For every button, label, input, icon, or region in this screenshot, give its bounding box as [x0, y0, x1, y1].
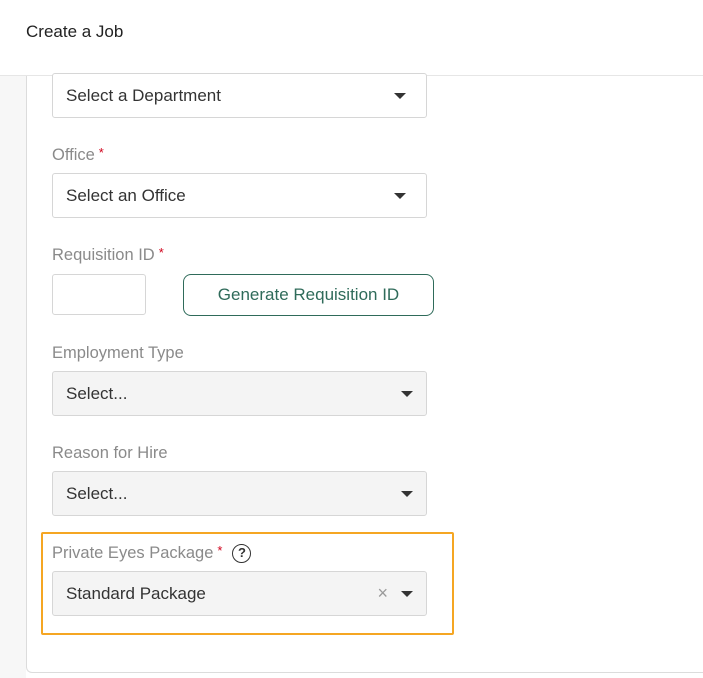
required-marker: *: [217, 543, 223, 558]
close-icon[interactable]: ×: [377, 583, 388, 604]
help-icon[interactable]: ?: [232, 544, 252, 563]
requisition-id-input[interactable]: [52, 274, 146, 315]
department-select[interactable]: Select a Department: [52, 73, 427, 118]
requisition-label: Requisition ID *: [52, 245, 164, 265]
private-eyes-label: Private Eyes Package *?: [52, 543, 252, 564]
reason-for-hire-select[interactable]: Select...: [52, 471, 427, 516]
office-select[interactable]: Select an Office: [52, 173, 427, 218]
reason-for-hire-value: Select...: [66, 484, 128, 503]
private-eyes-select[interactable]: Standard Package ×: [52, 571, 427, 616]
employment-type-label: Employment Type: [52, 344, 184, 362]
department-select-value: Select a Department: [66, 86, 221, 105]
caret-down-icon: [401, 491, 413, 497]
page-title: Create a Job: [26, 22, 124, 41]
top-bar: Create a Job: [0, 0, 703, 76]
side-gutter: [0, 76, 26, 678]
caret-down-icon: [394, 93, 406, 99]
private-eyes-value: Standard Package: [66, 584, 206, 603]
caret-down-icon[interactable]: [401, 591, 413, 597]
requisition-label-text: Requisition ID: [52, 246, 155, 264]
employment-type-value: Select...: [66, 384, 128, 403]
office-select-value: Select an Office: [66, 186, 186, 205]
caret-down-icon: [401, 391, 413, 397]
required-marker: *: [98, 145, 104, 160]
private-eyes-label-text: Private Eyes Package: [52, 544, 214, 562]
required-marker: *: [158, 245, 164, 260]
office-label-text: Office: [52, 146, 95, 164]
caret-down-icon: [394, 193, 406, 199]
office-label: Office *: [52, 145, 104, 165]
reason-for-hire-label: Reason for Hire: [52, 444, 168, 462]
generate-requisition-id-button[interactable]: Generate Requisition ID: [183, 274, 434, 316]
employment-type-select[interactable]: Select...: [52, 371, 427, 416]
